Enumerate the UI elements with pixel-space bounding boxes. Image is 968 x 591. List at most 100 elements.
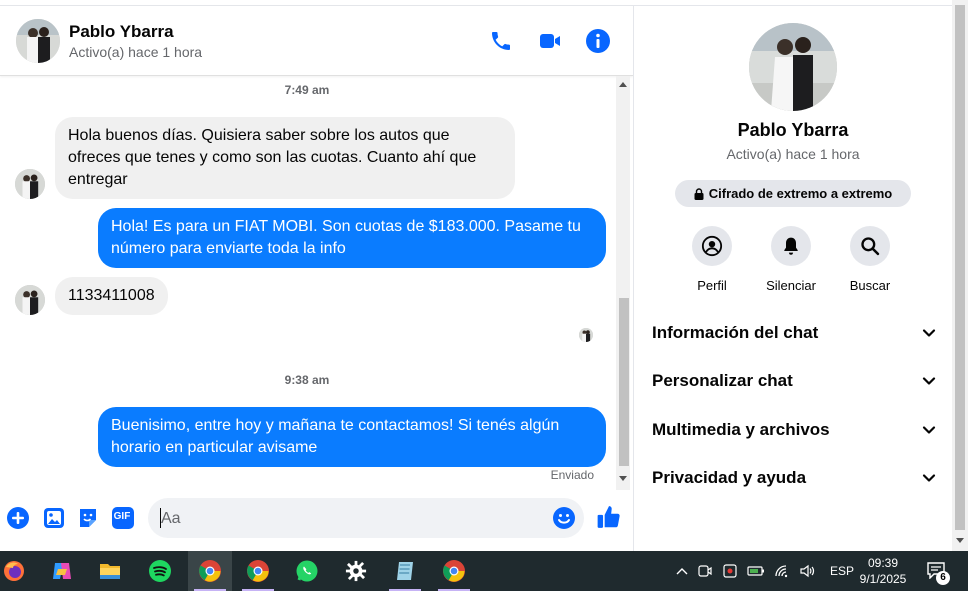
sender-avatar [15,285,45,315]
gallery-icon [44,508,64,528]
plus-circle-icon [7,507,29,529]
notes-app[interactable] [383,551,427,591]
chat-scrollbar[interactable] [616,76,630,490]
chat-header: Pablo Ybarra Activo(a) hace 1 hora [0,6,633,76]
meet-icon[interactable] [697,563,713,579]
message-input-placeholder: Aa [161,510,181,527]
scroll-thumb[interactable] [619,298,629,466]
encryption-label: Cifrado de extremo a extremo [708,186,893,201]
chrome-profile-app[interactable] [432,551,476,591]
section-chat-info[interactable]: Información del chat [652,318,936,348]
chevron-down-icon [922,329,936,337]
section-media-files-label: Multimedia y archivos [652,420,830,439]
bell-icon [784,237,798,255]
contact-avatar[interactable] [16,19,60,63]
firefox-app[interactable] [0,551,36,591]
file-explorer-app[interactable] [88,551,132,591]
chat-info-panel: Pablo Ybarra Activo(a) hace 1 hora Cifra… [634,6,952,551]
mute-action-circle [771,226,811,266]
notepad-icon [397,562,413,580]
profile-name: Pablo Ybarra [737,120,849,140]
whatsapp-icon [296,560,318,582]
scroll-up-arrow[interactable] [619,82,627,87]
chevron-down-icon [922,377,936,385]
outgoing-message[interactable]: Buenisimo, entre hoy y mañana te contact… [98,407,606,467]
chat-panel: Pablo Ybarra Activo(a) hace 1 hora 7:49 … [0,6,633,551]
sent-status: Enviado [550,468,594,482]
timestamp: 7:49 am [284,83,330,97]
chevron-down-icon [922,474,936,482]
whatsapp-app[interactable] [285,551,329,591]
composer: GIF Aa [0,494,633,542]
chrome-icon [247,560,269,582]
chrome-app-active[interactable] [188,551,232,591]
chrome-icon [443,560,465,582]
sticker-icon [80,509,96,527]
chevron-up-icon[interactable] [676,566,688,576]
page-scroll-down-arrow[interactable] [956,538,964,543]
call-button[interactable] [488,28,514,54]
attach-media-button[interactable] [42,506,66,530]
gear-icon [345,560,367,582]
clock-date: 9/1/2025 [859,572,907,586]
page-scroll-thumb[interactable] [955,5,965,530]
seen-indicator-avatar [579,328,593,342]
search-action-label: Buscar [849,278,891,293]
search-action-circle [850,226,890,266]
timestamp: 9:38 am [284,373,330,387]
section-customize-chat[interactable]: Personalizar chat [652,366,936,396]
conversation-info-button[interactable] [585,28,611,54]
message-list: 7:49 am Hola buenos días. Quisiera saber… [0,76,616,488]
video-call-button[interactable] [537,28,563,54]
battery-icon[interactable] [747,564,765,578]
search-action[interactable]: Buscar [840,226,900,293]
system-tray: ESP [676,551,854,591]
incoming-message[interactable]: Hola buenos días. Quisiera saber sobre l… [55,117,515,199]
scroll-down-arrow[interactable] [619,476,627,481]
firefox-icon [4,561,24,581]
mute-action[interactable]: Silenciar [761,226,821,293]
section-privacy-help-label: Privacidad y ayuda [652,468,807,487]
spotify-app[interactable] [138,551,182,591]
message-input[interactable]: Aa [148,498,584,538]
incoming-message[interactable]: 1133411008 [55,277,168,315]
section-privacy-help[interactable]: Privacidad y ayuda [652,463,936,493]
profile-action-circle [692,226,732,266]
copilot-app[interactable] [40,551,84,591]
section-chat-info-label: Información del chat [652,323,819,342]
more-actions-button[interactable] [6,506,30,530]
profile-avatar[interactable] [749,23,837,111]
notification-count-badge: 6 [936,571,950,585]
user-circle-icon [701,235,723,257]
wifi-icon[interactable] [774,564,790,578]
outgoing-message[interactable]: Hola! Es para un FIAT MOBI. Son cuotas d… [98,208,606,268]
thumbs-up-icon [597,506,620,528]
page-scrollbar[interactable] [952,0,968,551]
screen: Pablo Ybarra Activo(a) hace 1 hora 7:49 … [0,0,968,591]
settings-app[interactable] [334,551,378,591]
clock-time: 09:39 [867,556,899,570]
security-icon[interactable] [722,563,738,579]
clock[interactable]: 09:39 9/1/2025 [850,555,916,587]
search-icon [861,237,880,256]
video-camera-icon [540,34,560,48]
sender-avatar [15,169,45,199]
speaker-icon[interactable] [799,564,815,578]
phone-icon [492,32,510,50]
profile-action-label: Perfil [697,278,727,293]
profile-status: Activo(a) hace 1 hora [726,146,860,162]
mute-action-label: Silenciar [766,278,816,293]
chevron-down-icon [922,426,936,434]
emoji-button[interactable] [552,506,576,530]
folder-icon [100,564,120,579]
sticker-button[interactable] [76,506,100,530]
chrome-app[interactable] [236,551,280,591]
gif-button[interactable]: GIF [110,506,136,530]
like-button[interactable] [596,504,622,530]
section-media-files[interactable]: Multimedia y archivos [652,415,936,445]
profile-action[interactable]: Perfil [682,226,742,293]
gif-label: GIF [113,511,131,522]
encryption-badge[interactable]: Cifrado de extremo a extremo [675,180,911,207]
contact-name[interactable]: Pablo Ybarra [69,22,174,42]
section-customize-chat-label: Personalizar chat [652,371,793,390]
